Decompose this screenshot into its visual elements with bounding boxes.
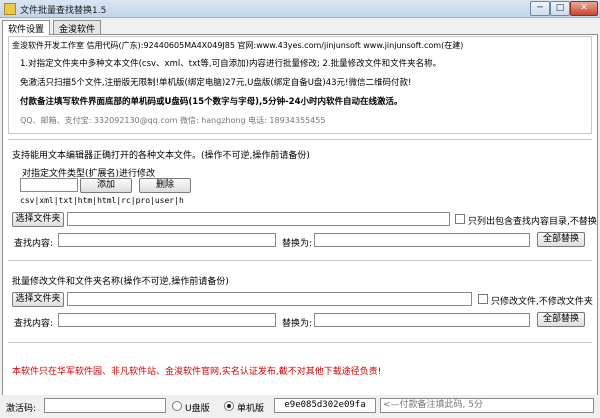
list-only-checkbox[interactable] [455,214,465,224]
feature-line: 1.对指定文件夹中多种文本文件(csv、xml、txt等,可自添加)内容进行批量… [20,59,442,69]
status-bar: 激活码: U盘版 单机版 e9e085d302e09fa <—付款备注填此码, … [0,395,600,418]
usb-version-radio[interactable] [172,401,182,411]
find-label: 查找内容: [14,239,54,249]
activation-label: 激活码: [6,404,37,414]
list-only-label: 只列出包含查找内容目录,不替换 [468,217,597,227]
replace-label: 替换为: [282,239,313,249]
rename-replace-input[interactable] [314,313,530,327]
window-title: 文件批量查找替换1.5 [20,6,107,16]
rename-folder-path-input[interactable] [67,292,472,306]
replace-input[interactable] [314,233,530,247]
replace-all-button[interactable]: 全部替换 [537,232,585,247]
divider [8,260,592,261]
folder-path-input[interactable] [67,212,450,226]
rename-section-heading: 批量修改文件和文件夹名称(操作不可逆,操作前请备份) [12,277,229,287]
title-bar: 文件批量查找替换1.5 ─ □ ✕ [0,0,600,18]
standalone-version-label: 单机版 [237,404,265,414]
choose-folder-button[interactable]: 选择文件夹 [12,212,64,227]
tab-settings[interactable]: 软件设置 [2,20,51,35]
payment-note-line: 付款备注填写软件界面底部的单机码或U盘码(15个数字与字母),5分钟-24小时内… [20,97,403,107]
machine-code-field[interactable]: e9e085d302e09fa [274,398,376,413]
rename-replace-all-button[interactable]: 全部替换 [537,312,585,327]
close-button[interactable]: ✕ [570,1,598,16]
files-only-label: 只修改文件,不修改文件夹 [491,297,593,307]
tab-jinjun-software[interactable]: 金浚软件 [53,20,102,35]
find-input[interactable] [58,233,276,247]
company-line: 金浚软件开发工作室 信用代码(广东):92440605MA4X049J85 官网… [12,41,464,50]
content-section-heading: 支持能用文本编辑器正确打开的各种文本文件。(操作不可逆,操作前请备份) [12,151,310,161]
extension-input[interactable] [20,178,78,192]
app-icon [4,3,16,15]
minimize-button[interactable]: ─ [530,1,550,16]
add-extension-button[interactable]: 添加 [80,178,132,193]
activation-code-input[interactable] [44,398,166,413]
pricing-line: 免激活只扫描5个文件,注册版无限制!单机版(绑定电脑)27元,U盘版(绑定自备U… [20,78,412,88]
delete-extension-button[interactable]: 删除 [139,178,191,193]
notice-text: 本软件只在华军软件园、非凡软件站、金浚软件官网,实名认证发布,截不对其他下载途径… [12,367,382,377]
rename-choose-folder-button[interactable]: 选择文件夹 [12,292,64,307]
divider [8,139,592,140]
rename-find-input[interactable] [58,313,276,327]
standalone-version-radio[interactable] [224,401,234,411]
usb-version-label: U盘版 [185,404,210,414]
divider [8,342,592,343]
rename-find-label: 查找内容: [14,319,54,329]
files-only-checkbox[interactable] [478,294,488,304]
extension-list: csv|xml|txt|htm|html|rc|pro|user|h [20,196,184,205]
maximize-button[interactable]: □ [550,1,570,16]
payment-hint-field: <—付款备注填此码, 5分 [380,398,594,413]
rename-replace-label: 替换为: [282,319,313,329]
contact-line: QQ、邮箱、支付宝: 332092130@qq.com 微信: hangzhon… [20,116,326,125]
